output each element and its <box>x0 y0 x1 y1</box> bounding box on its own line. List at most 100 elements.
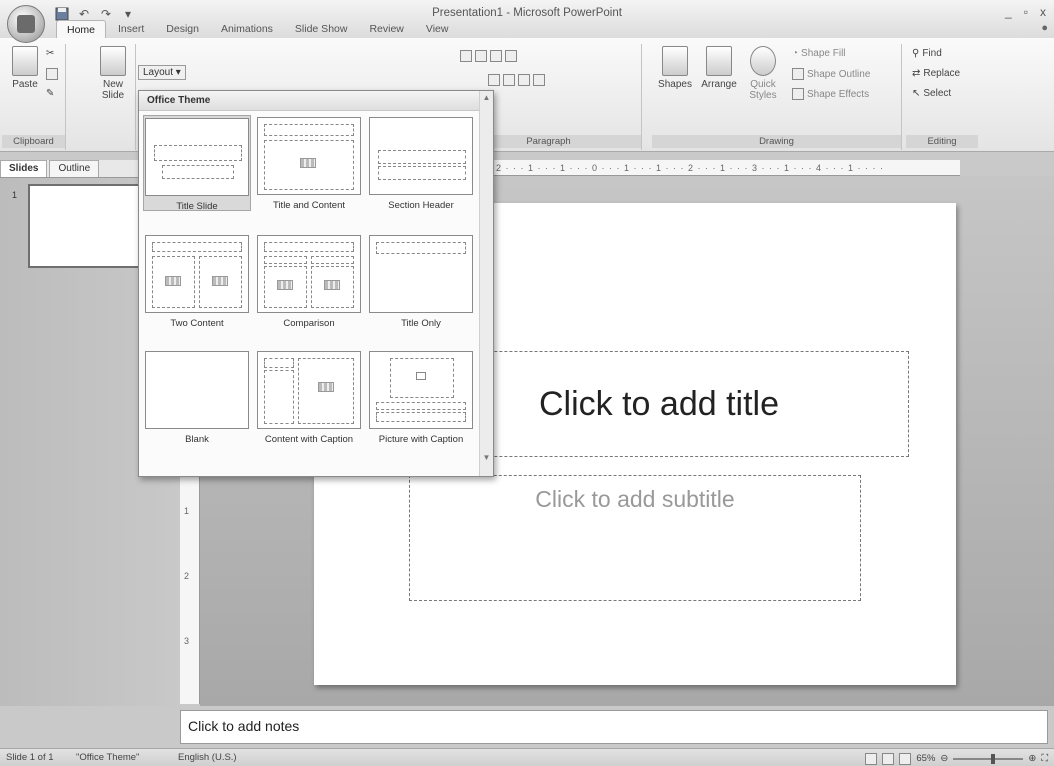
status-bar: Slide 1 of 1 "Office Theme" English (U.S… <box>0 748 1054 766</box>
layout-label: Comparison <box>283 318 335 329</box>
layout-label: Title Only <box>401 318 441 329</box>
format-painter-icon: ✎ <box>46 88 55 99</box>
layout-title-and-content[interactable]: Title and Content <box>255 115 363 211</box>
new-slide-label: New Slide <box>101 79 125 101</box>
shape-outline-icon <box>792 68 804 80</box>
select-button[interactable]: ↖ Select <box>912 88 951 99</box>
language[interactable]: English (U.S.) <box>178 749 237 766</box>
layout-comparison[interactable]: Comparison <box>255 233 363 329</box>
title-box <box>152 242 242 252</box>
content-icons-icon <box>277 280 293 290</box>
layout-label: Two Content <box>170 318 224 329</box>
scroll-down-icon[interactable]: ▼ <box>480 453 493 462</box>
scroll-up-icon[interactable]: ▲ <box>480 93 493 102</box>
close-icon[interactable]: x <box>1040 5 1046 19</box>
shapes-button[interactable]: Shapes <box>654 46 696 104</box>
shape-fill-label: Shape Fill <box>801 48 846 59</box>
zoom-out-icon[interactable]: ⊖ <box>940 750 948 766</box>
ruler-mark: 3 <box>184 636 190 646</box>
slide-sorter-icon[interactable] <box>882 752 895 765</box>
replace-icon: ⇄ <box>912 68 921 79</box>
bullets-button[interactable] <box>460 50 517 62</box>
arrange-icon <box>706 46 732 76</box>
layout-two-content[interactable]: Two Content <box>143 233 251 329</box>
slide-thumbnail[interactable] <box>28 184 140 268</box>
quick-styles-button[interactable]: Quick Styles <box>742 46 784 104</box>
layout-thumb <box>257 235 361 313</box>
copy-button[interactable] <box>46 68 58 80</box>
layout-thumb <box>145 235 249 313</box>
title-box <box>376 242 466 254</box>
shape-outline-button[interactable]: Shape Outline <box>792 68 870 80</box>
subtitle-box <box>162 165 234 179</box>
slide-show-icon[interactable] <box>899 752 912 765</box>
maximize-icon[interactable]: ▫ <box>1024 5 1028 19</box>
help-icon[interactable]: ● <box>1041 22 1048 34</box>
content-icons-icon <box>212 276 228 286</box>
shape-effects-icon <box>792 88 804 100</box>
zoom-in-icon[interactable]: ⊕ <box>1028 750 1036 766</box>
binoculars-icon: ⚲ <box>912 48 920 59</box>
title-box <box>378 150 466 164</box>
drawing-group: Shapes Arrange Quick Styles ◔ Shape Fill … <box>652 44 902 150</box>
layout-title-slide[interactable]: Title Slide <box>143 115 251 212</box>
subtitle-placeholder[interactable]: Click to add subtitle <box>409 475 861 601</box>
fit-to-window-icon[interactable]: ⛶ <box>1041 750 1048 766</box>
quick-styles-icon <box>750 46 776 76</box>
zoom-slider[interactable] <box>953 753 1024 764</box>
layout-thumb <box>145 118 249 196</box>
tab-home[interactable]: Home <box>56 20 107 40</box>
layout-thumb <box>145 351 249 429</box>
caption-box <box>376 412 466 422</box>
heading-box-left <box>264 256 307 264</box>
zoom-controls: 65% ⊖ ⊕ ⛶ <box>865 750 1048 766</box>
cut-button[interactable]: ✂ <box>46 48 54 59</box>
new-slide-icon <box>100 46 126 76</box>
layout-thumb <box>257 351 361 429</box>
zoom-level[interactable]: 65% <box>916 750 935 766</box>
tab-slide-show[interactable]: Slide Show <box>285 20 358 40</box>
tab-insert[interactable]: Insert <box>108 20 154 40</box>
layout-title-only[interactable]: Title Only <box>367 233 475 329</box>
ruler-mark: 1 <box>184 506 190 516</box>
layout-label: Section Header <box>388 200 454 211</box>
editing-group: ⚲ Find ⇄ Replace ↖ Select Editing <box>906 44 978 150</box>
shape-effects-label: Shape Effects <box>807 88 870 100</box>
paste-button[interactable]: Paste <box>4 46 46 104</box>
format-painter-button[interactable]: ✎ <box>46 88 54 99</box>
office-button[interactable] <box>7 5 45 43</box>
shape-fill-button[interactable]: ◔ Shape Fill <box>792 48 846 59</box>
layout-button[interactable]: Layout ▾ <box>138 65 186 80</box>
tab-view[interactable]: View <box>416 20 459 40</box>
layout-label: Picture with Caption <box>378 434 464 445</box>
title-box <box>264 242 354 252</box>
layout-content-with-caption[interactable]: Content with Caption <box>255 349 363 459</box>
tab-animations[interactable]: Animations <box>211 20 283 40</box>
zoom-slider-thumb[interactable] <box>991 753 996 764</box>
layout-thumb <box>369 117 473 195</box>
tab-review[interactable]: Review <box>359 20 413 40</box>
title-box <box>264 358 294 368</box>
layout-section-header[interactable]: Section Header <box>367 115 475 211</box>
find-label: Find <box>922 48 942 59</box>
replace-button[interactable]: ⇄ Replace <box>912 68 960 79</box>
notes-pane[interactable]: Click to add notes <box>180 710 1048 744</box>
layout-picture-with-caption[interactable]: Picture with Caption <box>367 349 475 459</box>
shape-effects-button[interactable]: Shape Effects <box>792 88 869 100</box>
find-button[interactable]: ⚲ Find <box>912 48 942 59</box>
tab-slides[interactable]: Slides <box>0 160 48 177</box>
normal-view-icon[interactable] <box>865 752 878 765</box>
arrange-label: Arrange <box>701 79 737 90</box>
gallery-scrollbar[interactable]: ▲ ▼ <box>479 91 493 476</box>
align-right-icon <box>518 74 530 86</box>
align-button[interactable] <box>488 74 545 86</box>
title-box <box>376 402 466 410</box>
tab-outline[interactable]: Outline <box>49 160 100 177</box>
arrange-button[interactable]: Arrange <box>698 46 740 104</box>
layout-blank[interactable]: Blank <box>143 349 251 459</box>
layout-gallery: Office Theme ▲ ▼ Title Slide Title and C… <box>138 90 494 477</box>
tab-design[interactable]: Design <box>156 20 209 40</box>
slide-counter: Slide 1 of 1 <box>6 752 54 763</box>
new-slide-button[interactable]: New Slide <box>92 46 134 104</box>
minimize-icon[interactable]: _ <box>1005 5 1012 19</box>
